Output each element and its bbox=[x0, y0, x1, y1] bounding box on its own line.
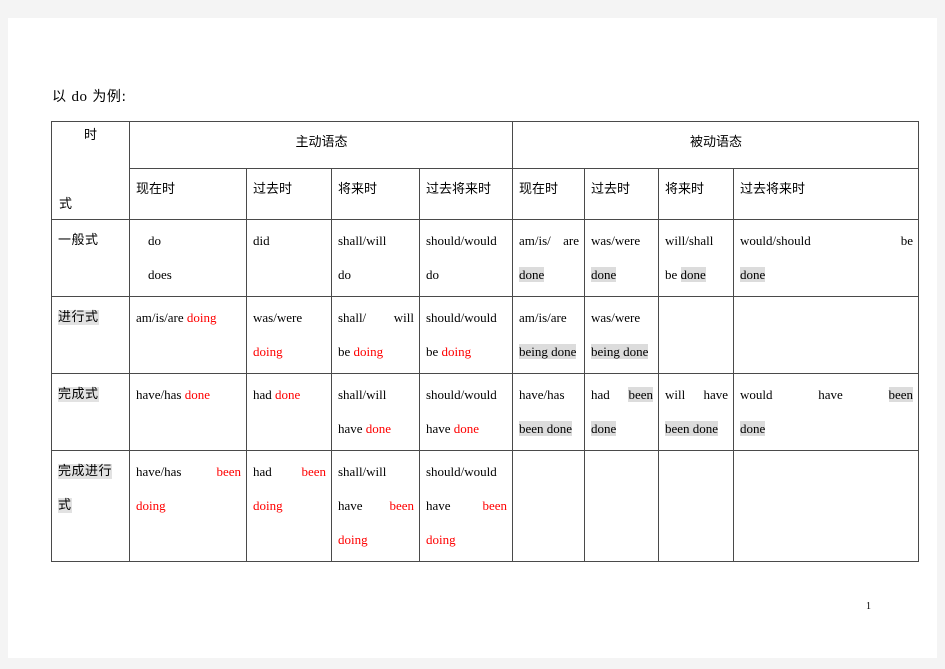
cell-r0-c3: should/would do bbox=[418, 219, 514, 297]
row-label-2: 完成式 bbox=[51, 373, 130, 451]
cell-r1-c4: am/is/are being done bbox=[512, 296, 586, 374]
tense-header-row: 现在时 过去时 将来时 过去将来时 现在时 过去时 将来时 过去将来时 bbox=[52, 168, 920, 220]
intro-verb: do bbox=[71, 89, 88, 105]
cell-r2-c1: had done bbox=[246, 373, 332, 451]
page-sheet: 以 do 为例: 时 式 主动语态 被动语态 现在时 过去时 将来时 过去将来时… bbox=[8, 18, 937, 658]
row-label-1: 进行式 bbox=[51, 296, 130, 374]
cell-r2-c4: have/has been done bbox=[512, 373, 586, 451]
cell-r3-c0: have/has been doing bbox=[129, 450, 247, 562]
cell-r3-c1: had been doing bbox=[246, 450, 332, 562]
cell-r3-c6 bbox=[658, 450, 735, 562]
cell-r1-c1: was/were doing bbox=[246, 296, 332, 374]
cell-r0-c5: was/were done bbox=[584, 219, 660, 297]
cell-r3-c7 bbox=[733, 450, 920, 562]
cell-r1-c2: shall/ will be doing bbox=[331, 296, 420, 374]
table-row: 一般式 do does did shall/will do should/woul… bbox=[51, 219, 920, 297]
header-tense-active-past-future: 过去将来时 bbox=[418, 168, 514, 220]
intro-suffix: 为例: bbox=[87, 89, 127, 105]
cell-r2-c5: had been done bbox=[584, 373, 660, 451]
cell-r1-c0: am/is/are doing bbox=[129, 296, 247, 374]
header-tense-active-past: 过去时 bbox=[246, 168, 332, 220]
cell-r0-c1: did bbox=[246, 219, 332, 297]
row-label-3: 完成进行式 bbox=[51, 450, 130, 562]
cell-r1-c5: was/were being done bbox=[584, 296, 660, 374]
cell-r0-c7: would/should be done bbox=[733, 219, 920, 297]
verb-tense-table: 时 式 主动语态 被动语态 现在时 过去时 将来时 过去将来时 现在时 过去时 … bbox=[51, 121, 920, 562]
header-tense-active-present: 现在时 bbox=[129, 168, 247, 220]
tense-table-container: 时 式 主动语态 被动语态 现在时 过去时 将来时 过去将来时 现在时 过去时 … bbox=[51, 121, 920, 562]
cell-r2-c2: shall/will have done bbox=[331, 373, 420, 451]
cell-r0-c6: will/shall be done bbox=[658, 219, 735, 297]
intro-prefix: 以 bbox=[52, 89, 72, 105]
cell-r0-c2: shall/will do bbox=[331, 219, 420, 297]
header-tense-active-future: 将来时 bbox=[331, 168, 420, 220]
cell-r2-c7: would have been done bbox=[733, 373, 920, 451]
header-tense-passive-past: 过去时 bbox=[584, 168, 660, 220]
cell-r1-c6 bbox=[658, 296, 735, 374]
table-row: 完成式 have/has done had done shall/will hav… bbox=[51, 373, 920, 451]
header-tense-passive-past-future: 过去将来时 bbox=[733, 168, 920, 220]
cell-r3-c4 bbox=[512, 450, 586, 562]
cell-r2-c0: have/has done bbox=[129, 373, 247, 451]
voice-header-row: 时 式 主动语态 被动语态 bbox=[51, 121, 920, 220]
cell-r3-c2: shall/will have been doing bbox=[331, 450, 420, 562]
corner-top-label: 时 bbox=[83, 128, 97, 143]
table-data-rows: 一般式 do does did shall/will do should/woul… bbox=[51, 219, 920, 562]
page-number: 1 bbox=[866, 601, 871, 612]
row-label-0: 一般式 bbox=[51, 219, 130, 297]
cell-r1-c3: should/would be doing bbox=[418, 296, 514, 374]
cell-r2-c3: should/would have done bbox=[418, 373, 514, 451]
table-body: 时 式 主动语态 被动语态 现在时 过去时 将来时 过去将来时 现在时 过去时 … bbox=[51, 121, 920, 220]
table-row: 完成进行式 have/has been doing had been doing … bbox=[51, 450, 920, 562]
cell-r2-c6: will have been done bbox=[658, 373, 735, 451]
header-tense-passive-present: 现在时 bbox=[512, 168, 586, 220]
table-row: 进行式 am/is/are doing was/were doing shall/… bbox=[51, 296, 920, 374]
cell-r0-c4: am/is/ are done bbox=[512, 219, 586, 297]
document-intro-line: 以 do 为例: bbox=[52, 86, 127, 106]
corner-header-cell: 时 式 bbox=[51, 121, 130, 220]
cell-r0-c0: do does bbox=[129, 219, 247, 297]
cell-r3-c5 bbox=[584, 450, 660, 562]
cell-r3-c3: should/would have been doing bbox=[418, 450, 514, 562]
cell-r1-c7 bbox=[733, 296, 920, 374]
corner-bottom-label: 式 bbox=[59, 197, 73, 212]
header-passive-voice: 被动语态 bbox=[512, 121, 920, 169]
header-tense-passive-future: 将来时 bbox=[658, 168, 735, 220]
document-viewport: 以 do 为例: 时 式 主动语态 被动语态 现在时 过去时 将来时 过去将来时… bbox=[0, 0, 945, 669]
header-active-voice: 主动语态 bbox=[128, 121, 514, 169]
